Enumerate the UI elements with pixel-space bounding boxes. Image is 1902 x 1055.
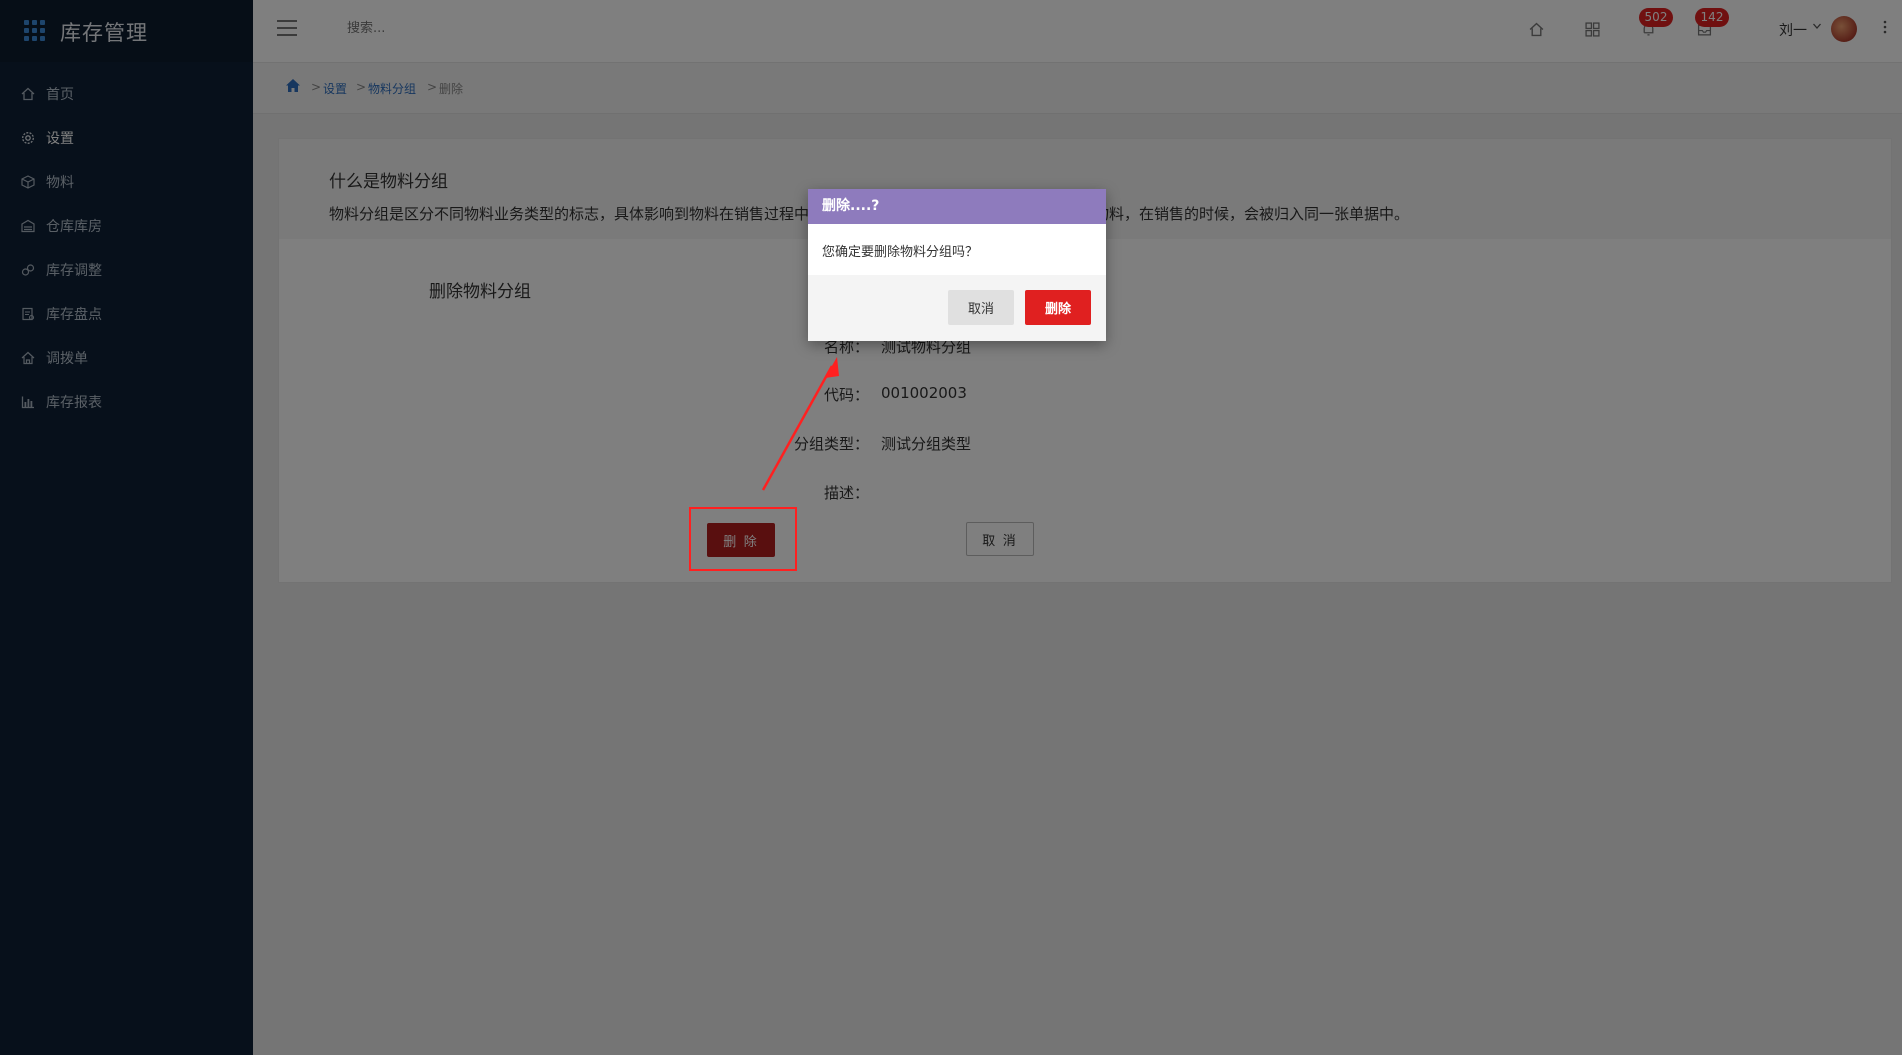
dialog-title: 删除....? — [808, 189, 1106, 224]
confirm-delete-dialog: 删除....? 您确定要删除物料分组吗？ 取消 删除 — [808, 189, 1106, 341]
dialog-footer: 取消 删除 — [808, 275, 1106, 341]
modal-backdrop[interactable] — [0, 0, 1902, 1055]
annotation-highlight-box — [689, 507, 797, 571]
dialog-message: 您确定要删除物料分组吗？ — [822, 245, 979, 260]
dialog-delete-button[interactable]: 删除 — [1025, 290, 1091, 325]
dialog-cancel-button[interactable]: 取消 — [948, 290, 1014, 325]
